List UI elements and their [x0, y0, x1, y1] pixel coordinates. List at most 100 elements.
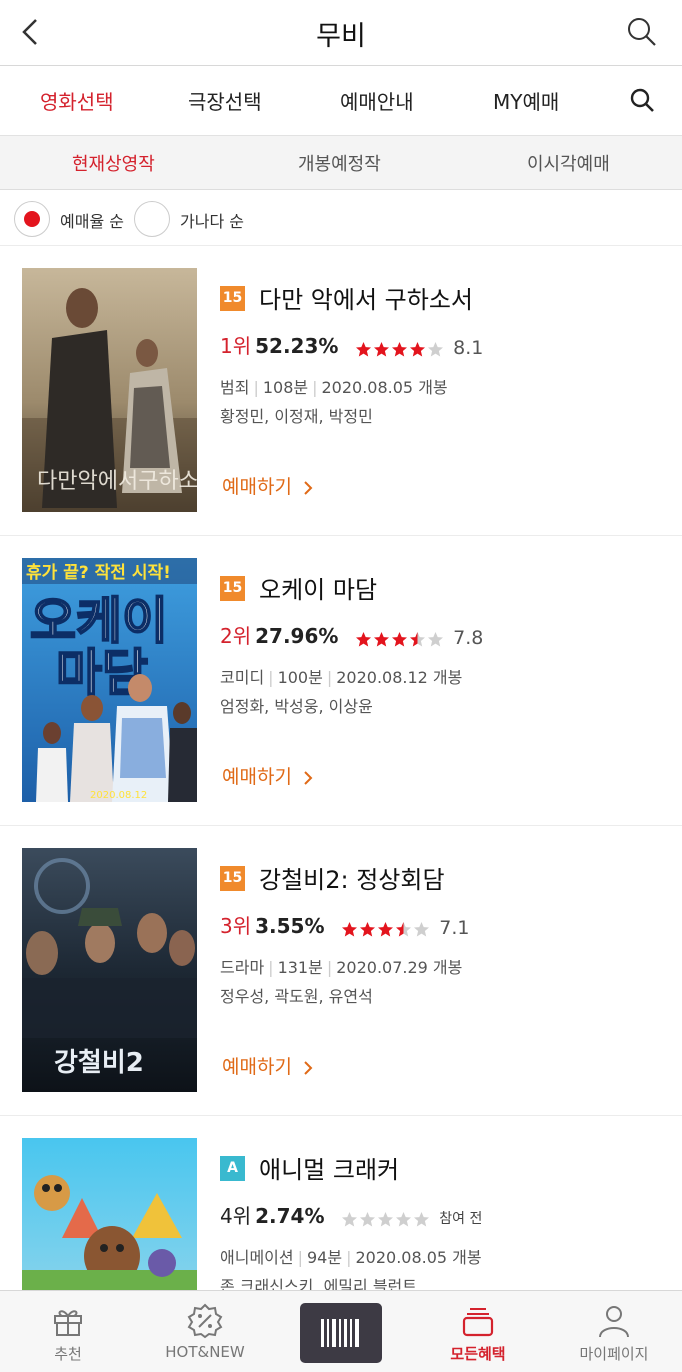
bottom-tab-hot-new[interactable]: HOT&NEW	[145, 1291, 265, 1372]
star-rating	[341, 1206, 431, 1230]
book-button-label: 예매하기	[222, 1056, 292, 1078]
genre: 범죄	[220, 378, 250, 397]
sort-label-booking-rate[interactable]: 예매율 순	[60, 208, 124, 232]
bottom-tab-my-page[interactable]: 마이페이지	[554, 1291, 674, 1372]
rank-line: 1위 52.23% 8.1	[220, 330, 483, 360]
page-title: 무비	[316, 21, 366, 52]
sort-bar: 예매율 순 가나다 순	[0, 190, 682, 246]
cast-list: 정우성, 곽도원, 유연석	[220, 987, 373, 1006]
score-value: 8.1	[453, 336, 484, 359]
bottom-tab-all-benefits[interactable]: 모든혜택	[418, 1291, 538, 1372]
movie-poster[interactable]: 강철비2	[22, 848, 197, 1092]
runtime: 108분	[262, 378, 309, 397]
bottom-tab-label: 추천	[54, 1345, 82, 1363]
tab-coming-soon[interactable]: 개봉예정작	[298, 150, 381, 176]
movie-poster[interactable]	[22, 1138, 197, 1290]
star-empty-icon	[427, 631, 443, 646]
chevron-right-icon	[304, 770, 313, 785]
release-date: 2020.08.05 개봉	[355, 1248, 482, 1267]
chevron-right-icon	[304, 480, 313, 495]
age-rating-badge: A	[220, 1156, 245, 1181]
booking-rank: 2위	[220, 624, 252, 648]
movie-info: 애니메이션 | 94분 | 2020.08.05 개봉	[220, 1248, 482, 1267]
cast-list: 엄정화, 박성웅, 이상윤	[220, 697, 373, 716]
movie-list-item[interactable]: A 애니멀 크래커 4위 2.74% 참여 전 애니메이션 | 94분 | 2020.08…	[0, 1116, 682, 1296]
bottom-tab-label: 마이페이지	[579, 1345, 649, 1363]
star-full-icon	[377, 921, 393, 936]
movie-title[interactable]: 애니멀 크래커	[259, 1150, 399, 1185]
genre: 드라마	[220, 958, 265, 977]
book-button[interactable]: 예매하기	[222, 1052, 314, 1079]
runtime: 100분	[277, 668, 323, 687]
movie-info: 범죄 | 108분 | 2020.08.05 개봉	[220, 378, 448, 397]
star-full-icon	[391, 341, 407, 356]
tab-now-booking[interactable]: 이시각예매	[527, 150, 610, 176]
age-rating-badge: 15	[220, 286, 245, 311]
tab-booking-guide[interactable]: 예매안내	[340, 86, 414, 115]
bottom-tab-recommend[interactable]: 추천	[8, 1291, 128, 1372]
bottom-tab-bar: 추천 HOT&NEW 모든혜택 마이페이지	[0, 1290, 682, 1372]
tab-my-booking[interactable]: MY예매	[493, 86, 559, 115]
age-rating-badge: 15	[220, 866, 245, 891]
rank-line: 3위 3.55% 7.1	[220, 910, 469, 940]
svg-text:다만악에서구하소서: 다만악에서구하소서	[37, 469, 197, 494]
movie-poster[interactable]: 다만악에서구하소서	[22, 268, 197, 512]
booking-rate: 3.55%	[255, 914, 325, 938]
tab-movie-select[interactable]: 영화선택	[40, 86, 114, 115]
movie-list-item[interactable]: 휴가 끝? 작전 시작! 오케이 마담 2020.08.12 15 오케이 마담…	[0, 536, 682, 826]
search-icon[interactable]	[628, 86, 656, 114]
star-full-icon	[373, 631, 389, 646]
booking-rank: 4위	[220, 1204, 252, 1228]
sort-radio-booking-rate[interactable]	[14, 201, 50, 237]
book-button-label: 예매하기	[222, 476, 292, 498]
genre: 애니메이션	[220, 1248, 294, 1267]
book-button[interactable]: 예매하기	[222, 472, 314, 499]
sort-label-alphabetical[interactable]: 가나다 순	[180, 208, 244, 232]
tab-now-showing[interactable]: 현재상영작	[72, 150, 155, 176]
star-empty-icon	[377, 1211, 393, 1226]
star-full-icon	[409, 341, 425, 356]
sort-radio-alphabetical[interactable]	[134, 201, 170, 237]
sub-tabs: 현재상영작 개봉예정작 이시각예매	[0, 136, 682, 190]
score-value: 7.1	[439, 916, 470, 939]
book-button[interactable]: 예매하기	[222, 762, 314, 789]
main-tabs: 영화선택 극장선택 예매안내 MY예매	[0, 66, 682, 136]
star-empty-icon	[413, 921, 429, 936]
star-full-icon	[355, 341, 371, 356]
tab-theater-select[interactable]: 극장선택	[188, 86, 262, 115]
star-rating	[355, 626, 445, 650]
star-rating	[355, 336, 445, 360]
rank-line: 4위 2.74% 참여 전	[220, 1200, 482, 1230]
movie-list-item[interactable]: 강철비2 15 강철비2: 정상회담 3위 3.55% 7.1 드라마 | 131분 |…	[0, 826, 682, 1116]
movie-list-item[interactable]: 다만악에서구하소서 15 다만 악에서 구하소서 1위52.23% 8.1 범죄…	[0, 246, 682, 536]
star-full-icon	[355, 631, 371, 646]
genre: 코미디	[220, 668, 265, 687]
movie-title[interactable]: 오케이 마담	[259, 570, 377, 605]
booking-rate: 2.74%	[255, 1204, 325, 1228]
release-date: 2020.08.12 개봉	[336, 668, 463, 687]
release-date: 2020.08.05 개봉	[321, 378, 448, 397]
app-header: 무비	[0, 0, 682, 66]
barcode-button[interactable]	[300, 1303, 382, 1363]
score-value: 참여 전	[439, 1210, 483, 1227]
stacked-cards-icon	[462, 1308, 494, 1337]
svg-text:오케이: 오케이	[30, 592, 168, 650]
gift-icon	[54, 1310, 82, 1336]
star-empty-icon	[427, 341, 443, 356]
svg-text:2020.08.12: 2020.08.12	[90, 790, 147, 801]
movie-poster[interactable]: 휴가 끝? 작전 시작! 오케이 마담 2020.08.12	[22, 558, 197, 802]
search-icon[interactable]	[624, 14, 660, 50]
booking-rate: 52.23%	[255, 334, 339, 358]
star-full-icon	[391, 631, 407, 646]
svg-text:휴가 끝? 작전 시작!: 휴가 끝? 작전 시작!	[26, 562, 171, 583]
movie-info: 드라마 | 131분 | 2020.07.29 개봉	[220, 958, 463, 977]
movie-title[interactable]: 다만 악에서 구하소서	[259, 280, 473, 315]
movie-title[interactable]: 강철비2: 정상회담	[259, 860, 445, 895]
age-rating-badge: 15	[220, 576, 245, 601]
book-button-label: 예매하기	[222, 766, 292, 788]
star-half-icon	[395, 921, 411, 936]
star-empty-icon	[413, 1211, 429, 1226]
star-half-icon	[409, 631, 425, 646]
star-full-icon	[341, 921, 357, 936]
svg-text:강철비2: 강철비2	[54, 1048, 144, 1078]
